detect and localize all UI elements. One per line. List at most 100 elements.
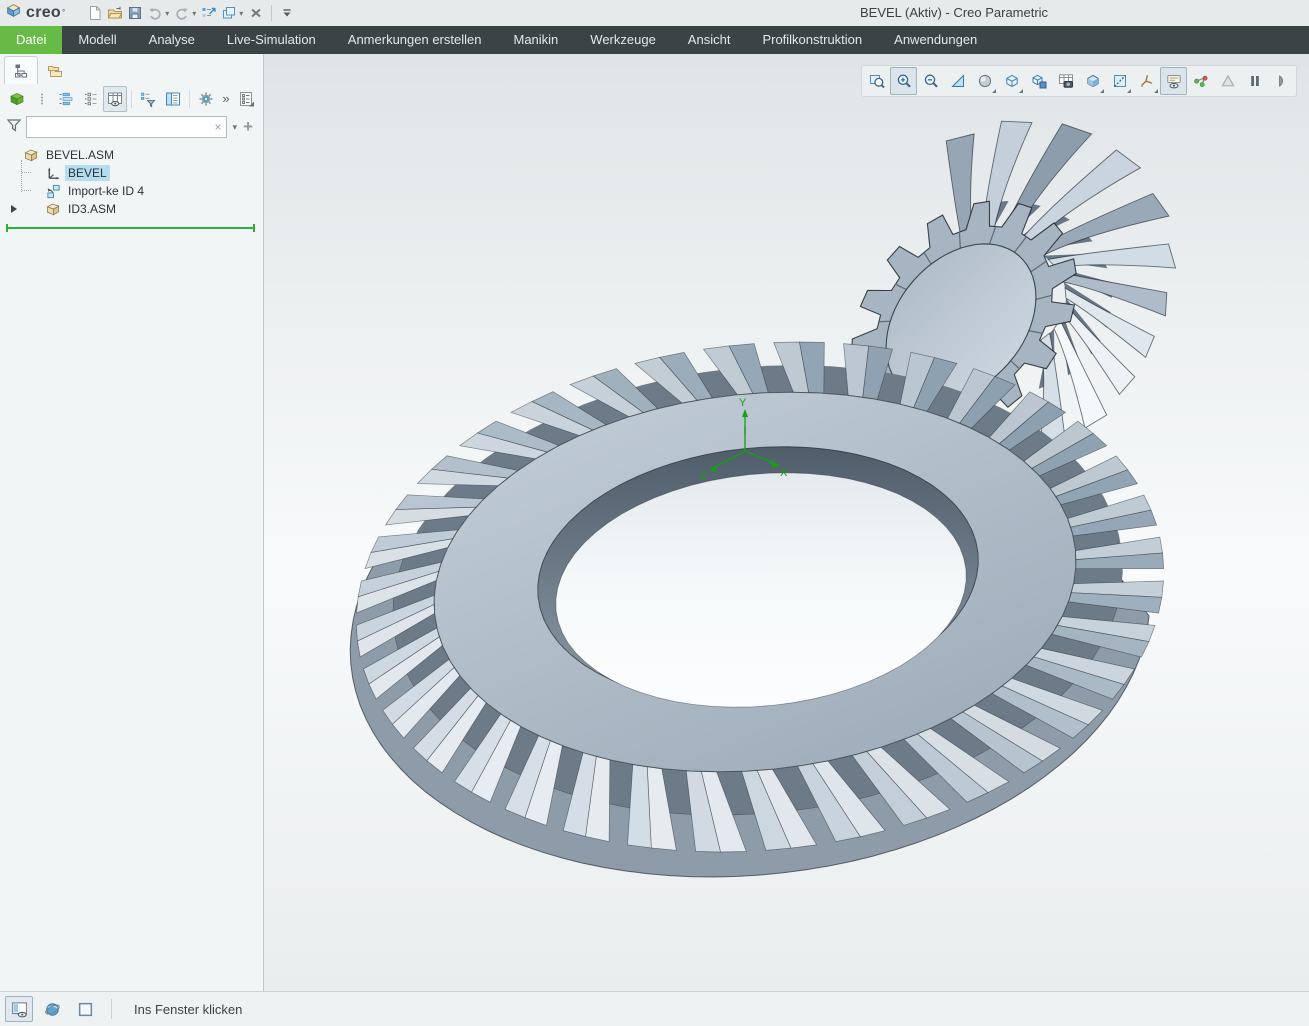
tree-guide-line	[22, 172, 31, 173]
tree-item[interactable]: Import-ke ID 4	[0, 182, 263, 200]
tree-search: ×	[26, 116, 227, 138]
shading-style-button-dropdown-icon[interactable]	[992, 89, 996, 93]
svg-text:Y: Y	[739, 397, 747, 409]
spin-center-button[interactable]	[1187, 67, 1214, 95]
tree-window-toggle-button[interactable]	[5, 996, 33, 1022]
svg-text:X: X	[780, 467, 788, 479]
tree-format-button[interactable]	[161, 86, 185, 112]
tab-ansicht[interactable]: Ansicht	[672, 26, 747, 54]
creo-logo-icon	[5, 2, 22, 24]
save-button[interactable]	[125, 2, 145, 24]
zoom-box-button[interactable]	[863, 67, 890, 95]
tree-item-label[interactable]: Import-ke ID 4	[65, 183, 147, 199]
capture-button[interactable]	[1052, 67, 1079, 95]
section-button-dropdown-icon[interactable]	[1127, 89, 1131, 93]
assembly-icon	[24, 148, 39, 163]
model-tree-tab[interactable]	[4, 56, 38, 84]
folder-browser-tab[interactable]	[38, 56, 72, 84]
view-manager-button[interactable]	[1025, 67, 1052, 95]
search-dropdown-icon[interactable]: ▾	[227, 122, 244, 133]
tree-filter-button[interactable]	[136, 86, 160, 112]
new-file-button[interactable]	[85, 2, 105, 24]
tab-manikin[interactable]: Manikin	[497, 26, 574, 54]
tree-options-button[interactable]	[234, 86, 258, 112]
saved-orientations-button-dropdown-icon[interactable]	[1019, 89, 1023, 93]
repaint-button[interactable]	[944, 67, 971, 95]
toolbar-separator	[131, 90, 132, 108]
window-title: BEVEL (Aktiv) - Creo Parametric	[860, 0, 1048, 26]
creo-logo-mark: °	[62, 8, 65, 18]
creo-logo: creo °	[5, 2, 65, 24]
tree-item-label[interactable]: ID3.ASM	[65, 201, 119, 217]
title-bar: creo ° ▾ ▾ ▾ BEVEL (Aktiv) - Creo Parametr…	[0, 0, 1309, 26]
model-tree-panel: » × ▾ + BEVEL.ASM BEVEL Import-ke ID 4 ID3.…	[0, 54, 264, 992]
display-style-button[interactable]	[1079, 67, 1106, 95]
svg-text:Z: Z	[700, 470, 707, 482]
expand-arrow-icon[interactable]	[11, 205, 17, 213]
redo-button[interactable]	[172, 2, 192, 24]
show-context-button[interactable]	[5, 86, 29, 112]
tree-item[interactable]: BEVEL.ASM	[0, 146, 263, 164]
toolbar-separator	[189, 90, 190, 108]
tab-werkzeuge[interactable]: Werkzeuge	[574, 26, 672, 54]
zoom-out-button[interactable]	[917, 67, 944, 95]
pause-button[interactable]	[1241, 67, 1268, 95]
tree-columns-button[interactable]	[103, 86, 127, 112]
tab-anmerkungen-erstellen[interactable]: Anmerkungen erstellen	[332, 26, 498, 54]
resume-button[interactable]	[1268, 67, 1295, 95]
navigator-tabs	[0, 54, 263, 84]
datum-display-button[interactable]	[1133, 67, 1160, 95]
shading-style-button[interactable]	[971, 67, 998, 95]
ribbon-tab-bar: DateiModellAnalyseLive-SimulationAnmerku…	[0, 26, 1309, 54]
tree-item-label[interactable]: BEVEL	[65, 165, 110, 181]
blank-window-button[interactable]	[71, 996, 99, 1022]
tree-guide-line	[22, 190, 31, 191]
windows-button[interactable]	[219, 2, 239, 24]
tab-live-simulation[interactable]: Live-Simulation	[211, 26, 332, 54]
windows-button-dropdown-icon[interactable]: ▾	[239, 9, 243, 18]
web-browser-button[interactable]	[38, 996, 66, 1022]
undo-button-dropdown-icon[interactable]: ▾	[165, 9, 169, 18]
tab-profilkonstruktion[interactable]: Profilkonstruktion	[746, 26, 878, 54]
tab-anwendungen[interactable]: Anwendungen	[878, 26, 993, 54]
add-filter-button[interactable]: +	[243, 118, 257, 137]
redo-button-dropdown-icon[interactable]: ▾	[192, 9, 196, 18]
annotation-display-button[interactable]	[1160, 67, 1187, 95]
3d-viewport[interactable]: Y Z X	[264, 54, 1309, 992]
zoom-in-button[interactable]	[890, 67, 917, 95]
tree-settings-button[interactable]	[194, 86, 218, 112]
regenerate-button[interactable]	[199, 2, 219, 24]
display-style-button-dropdown-icon[interactable]	[1100, 89, 1104, 93]
tab-datei[interactable]: Datei	[0, 26, 62, 54]
tree-expand-button[interactable]	[54, 86, 78, 112]
open-button[interactable]	[105, 2, 125, 24]
clear-search-icon[interactable]: ×	[215, 119, 222, 135]
quick-access-toolbar: ▾ ▾ ▾	[85, 2, 297, 24]
tree-splitter-handle[interactable]	[6, 224, 255, 232]
tree-item-label[interactable]: BEVEL.ASM	[43, 147, 117, 163]
status-message: Ins Fenster klicken	[134, 1002, 242, 1017]
tree-item[interactable]: BEVEL	[0, 164, 263, 182]
tree-item[interactable]: ID3.ASM	[0, 200, 263, 218]
tree-filter-row: × ▾ +	[0, 113, 263, 141]
tree-search-input[interactable]	[26, 116, 227, 138]
tree-collapse-button[interactable]	[78, 86, 102, 112]
status-separator	[111, 999, 112, 1019]
undo-button[interactable]	[145, 2, 165, 24]
tab-modell[interactable]: Modell	[62, 26, 132, 54]
model-tree-toolbar: »	[0, 84, 263, 113]
kebab-handle[interactable]	[29, 86, 53, 112]
creo-parametric-window: creo ° ▾ ▾ ▾ BEVEL (Aktiv) - Creo Parametr…	[0, 0, 1309, 1026]
close-window-button[interactable]	[246, 2, 266, 24]
tree-guide-line	[21, 160, 22, 192]
perspective-button[interactable]	[1214, 67, 1241, 95]
funnel-icon	[6, 117, 22, 138]
graphics-toolbar	[861, 65, 1297, 97]
creo-logo-text: creo	[26, 4, 61, 22]
tab-analyse[interactable]: Analyse	[133, 26, 211, 54]
section-button[interactable]	[1106, 67, 1133, 95]
overflow-chevron[interactable]: »	[218, 91, 233, 106]
customize-toolbar-button[interactable]	[277, 2, 297, 24]
datum-display-button-dropdown-icon[interactable]	[1154, 89, 1158, 93]
saved-orientations-button[interactable]	[998, 67, 1025, 95]
